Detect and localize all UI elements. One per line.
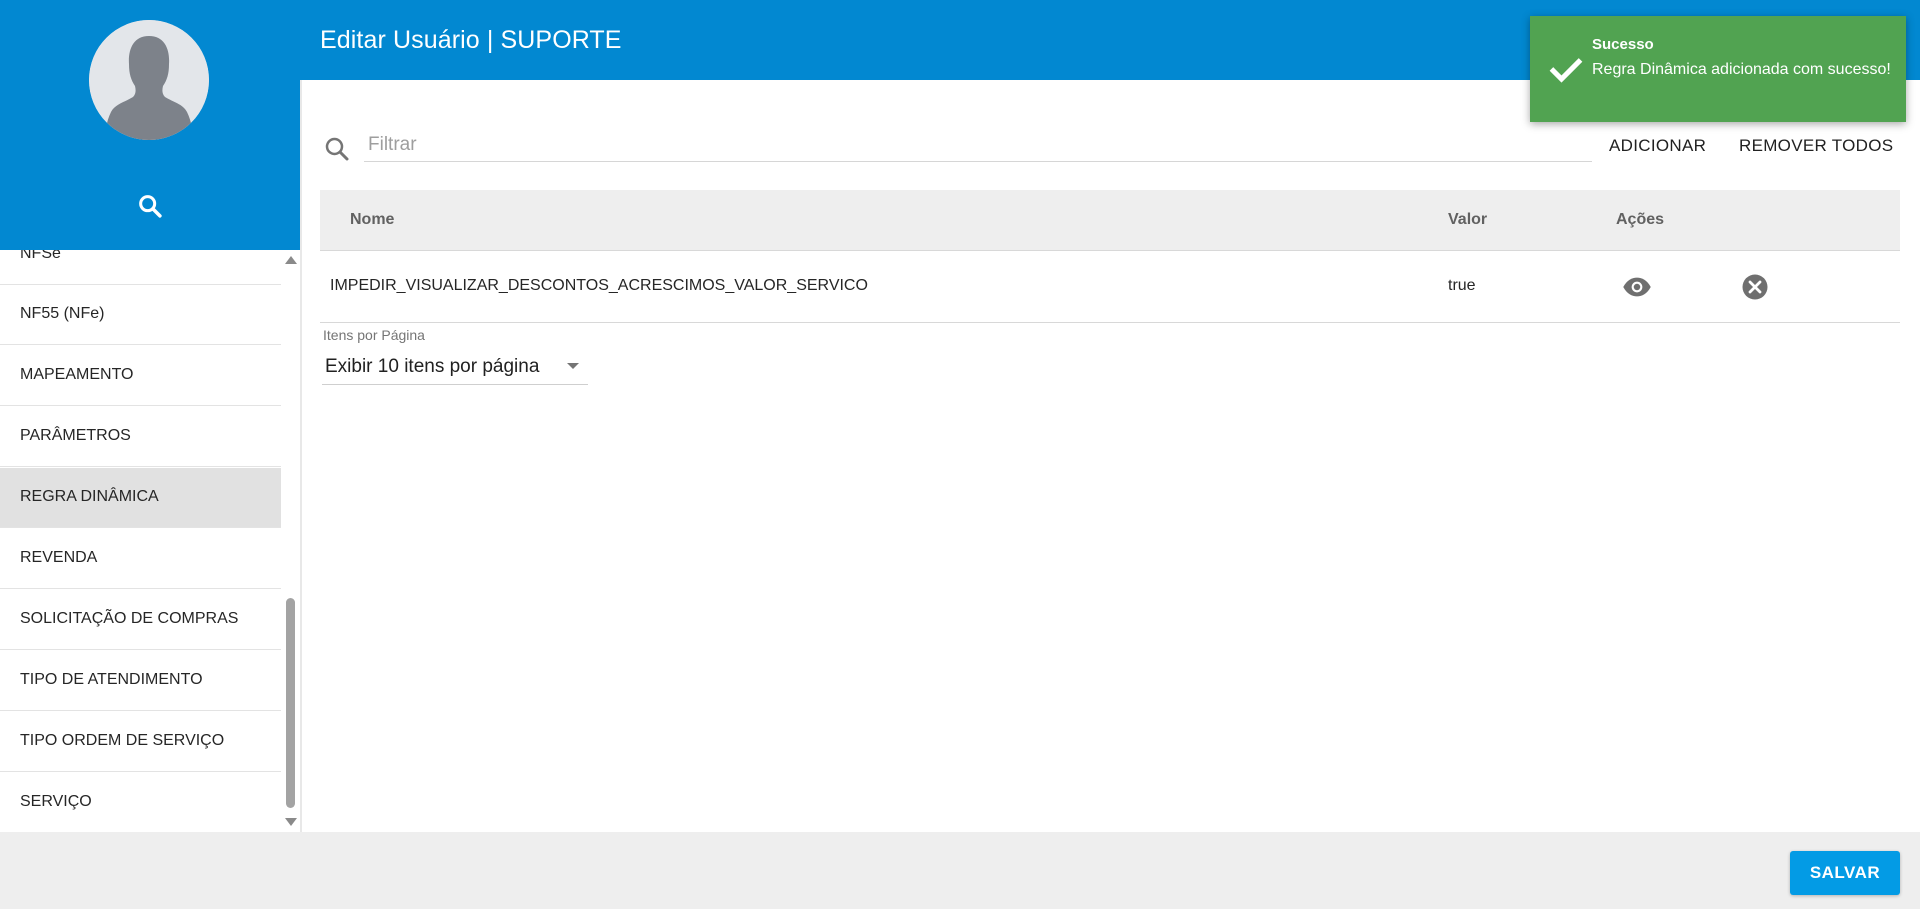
scrollbar-thumb[interactable] — [286, 598, 295, 808]
filter-search-icon — [322, 134, 352, 164]
sidebar-item-label: TIPO ORDEM DE SERVIÇO — [20, 732, 225, 749]
sidebar-item-tipo-ordem-de-servico[interactable]: TIPO ORDEM DE SERVIÇO — [0, 712, 281, 772]
sidebar-item-parametros[interactable]: PARÂMETROS — [0, 407, 281, 467]
sidebar-search-button[interactable] — [136, 192, 164, 220]
toast-message: Regra Dinâmica adicionada com sucesso! — [1592, 61, 1891, 78]
sidebar-item-label: MAPEAMENTO — [20, 366, 134, 383]
save-button[interactable]: SALVAR — [1790, 851, 1900, 895]
user-silhouette-icon — [89, 20, 209, 140]
items-per-page-value: Exibir 10 itens por página — [325, 356, 540, 377]
sidebar-menu: NFSe NF55 (NFe) MAPEAMENTO PARÂMETROS RE… — [0, 250, 281, 832]
sidebar-item-revenda[interactable]: REVENDA — [0, 529, 281, 589]
sidebar-item-nfse[interactable]: NFSe — [0, 250, 281, 285]
items-per-page-label: Itens por Página — [323, 327, 425, 343]
sidebar-item-label: REGRA DINÂMICA — [20, 488, 159, 505]
cell-name: IMPEDIR_VISUALIZAR_DESCONTOS_ACRESCIMOS_… — [330, 277, 868, 294]
dropdown-arrow-icon — [567, 363, 579, 369]
sidebar-item-servico[interactable]: SERVIÇO — [0, 773, 281, 832]
add-button[interactable]: ADICIONAR — [1603, 132, 1712, 160]
search-icon — [325, 137, 349, 161]
checkmark-icon — [1549, 58, 1583, 83]
items-per-page-select[interactable]: Exibir 10 itens por página — [322, 350, 588, 385]
page-title: Editar Usuário | SUPORTE — [320, 26, 622, 54]
sidebar-divider — [300, 80, 302, 832]
cell-value: true — [1448, 277, 1476, 294]
table-row: IMPEDIR_VISUALIZAR_DESCONTOS_ACRESCIMOS_… — [320, 251, 1900, 323]
remove-all-button[interactable]: REMOVER TODOS — [1733, 132, 1899, 160]
sidebar-item-solicitacao-de-compras[interactable]: SOLICITAÇÃO DE COMPRAS — [0, 590, 281, 650]
column-header-name[interactable]: Nome — [350, 211, 394, 229]
sidebar-item-nf55[interactable]: NF55 (NFe) — [0, 285, 281, 345]
sidebar-item-label: NFSe — [20, 250, 61, 262]
eye-icon — [1623, 277, 1651, 297]
sidebar-item-label: SERVIÇO — [20, 793, 92, 810]
sidebar-item-label: REVENDA — [20, 549, 98, 566]
sidebar-item-label: TIPO DE ATENDIMENTO — [20, 671, 203, 688]
sidebar-item-mapeamento[interactable]: MAPEAMENTO — [0, 346, 281, 406]
toast-check — [1548, 52, 1584, 88]
filter-input[interactable] — [364, 128, 1592, 162]
sidebar-item-label: SOLICITAÇÃO DE COMPRAS — [20, 610, 239, 627]
sidebar-item-tipo-de-atendimento[interactable]: TIPO DE ATENDIMENTO — [0, 651, 281, 711]
success-toast[interactable]: Sucesso Regra Dinâmica adicionada com su… — [1530, 16, 1906, 122]
footer-bar — [0, 832, 1920, 909]
scroll-up-arrow-icon[interactable] — [285, 256, 297, 264]
search-icon — [139, 195, 162, 218]
column-header-actions: Ações — [1616, 211, 1665, 228]
sidebar-header — [0, 0, 300, 250]
view-button[interactable] — [1622, 272, 1652, 302]
delete-button[interactable] — [1740, 272, 1770, 302]
close-circle-icon — [1742, 274, 1768, 300]
sidebar-item-regra-dinamica[interactable]: REGRA DINÂMICA — [0, 468, 281, 528]
sidebar-scrollbar[interactable] — [281, 250, 300, 832]
table-header: Nome Valor Ações — [320, 190, 1900, 251]
column-header-value[interactable]: Valor — [1448, 211, 1487, 229]
sidebar-item-label: NF55 (NFe) — [20, 305, 105, 322]
sidebar-item-label: PARÂMETROS — [20, 427, 131, 444]
scroll-down-arrow-icon[interactable] — [285, 818, 297, 826]
avatar[interactable] — [89, 20, 209, 140]
toast-title: Sucesso — [1592, 36, 1654, 53]
